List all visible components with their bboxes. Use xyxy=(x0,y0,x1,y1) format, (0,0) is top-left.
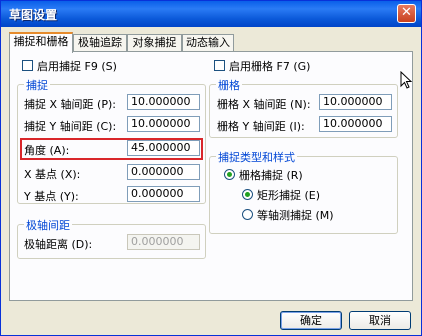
grid-y-spacing-label: 栅格 Y 轴间距 (I): xyxy=(217,120,305,133)
snap-type-group-title: 捕捉类型和样式 xyxy=(216,149,297,165)
snap-y-spacing-input[interactable]: 10.000000 xyxy=(127,116,200,132)
snap-y-base-input[interactable]: 0.000000 xyxy=(127,186,200,202)
snap-y-base-label: Y 基点 (Y): xyxy=(24,190,79,203)
tab-polar-tracking[interactable]: 极轴追踪 xyxy=(73,34,127,51)
tab-dynamic-input[interactable]: 动态输入 xyxy=(182,34,234,51)
snap-group-title: 捕捉 xyxy=(24,77,50,93)
snap-angle-label: 角度 (A): xyxy=(24,144,70,157)
rect-snap-label[interactable]: 矩形捕捉 (E) xyxy=(257,187,320,203)
close-button[interactable]: ✕ xyxy=(397,4,416,23)
tab-object-snap[interactable]: 对象捕捉 xyxy=(127,34,182,51)
iso-snap-label[interactable]: 等轴测捕捉 (M) xyxy=(257,207,334,223)
cancel-button[interactable]: 取消 xyxy=(349,311,411,330)
enable-grid-checkbox[interactable] xyxy=(214,60,225,71)
grid-x-spacing-input[interactable]: 10.000000 xyxy=(319,94,392,110)
grid-x-spacing-label: 栅格 X 轴间距 (N): xyxy=(217,98,311,111)
snap-angle-input[interactable]: 45.000000 xyxy=(127,140,200,156)
tab-label: 捕捉和栅格 xyxy=(13,35,69,48)
iso-snap-radio[interactable] xyxy=(242,209,253,220)
tab-label: 动态输入 xyxy=(186,36,230,49)
polar-spacing-group-title: 极轴间距 xyxy=(24,217,72,233)
polar-distance-label: 极轴距离 (D): xyxy=(24,238,93,251)
snap-x-spacing-input[interactable]: 10.000000 xyxy=(127,94,200,110)
mouse-cursor-icon xyxy=(400,71,413,89)
snap-x-base-label: X 基点 (X): xyxy=(24,168,81,181)
polar-distance-input[interactable]: 0.000000 xyxy=(127,234,200,250)
rect-snap-radio[interactable] xyxy=(242,189,253,200)
close-icon: ✕ xyxy=(401,5,412,20)
enable-snap-label[interactable]: 启用捕捉 F9 (S) xyxy=(37,58,117,74)
tab-label: 对象捕捉 xyxy=(132,36,177,49)
snap-x-spacing-label: 捕捉 X 轴间距 (P): xyxy=(24,98,116,111)
snap-x-base-input[interactable]: 0.000000 xyxy=(127,164,200,180)
snap-grid-panel: 启用捕捉 F9 (S) 捕捉 捕捉 X 轴间距 (P): 10.000000 捕… xyxy=(9,51,413,301)
title-bar[interactable]: 草图设置 ✕ xyxy=(1,1,421,27)
snap-y-spacing-label: 捕捉 Y 轴间距 (C): xyxy=(24,120,117,133)
grid-y-spacing-input[interactable]: 10.000000 xyxy=(319,116,392,132)
window-title: 草图设置 xyxy=(9,8,58,22)
sketch-settings-dialog: 草图设置 ✕ 捕捉和栅格 极轴追踪 对象捕捉 动态输入 启用捕捉 F9 (S) … xyxy=(0,0,422,336)
enable-grid-label[interactable]: 启用栅格 F7 (G) xyxy=(229,58,310,74)
tab-snap-grid[interactable]: 捕捉和栅格 xyxy=(9,32,73,53)
grid-snap-label[interactable]: 栅格捕捉 (R) xyxy=(239,167,303,183)
grid-group-title: 栅格 xyxy=(216,77,242,93)
ok-button[interactable]: 确定 xyxy=(280,311,342,330)
tab-label: 极轴追踪 xyxy=(78,36,122,49)
enable-snap-checkbox[interactable] xyxy=(22,60,33,71)
grid-snap-radio[interactable] xyxy=(224,169,235,180)
